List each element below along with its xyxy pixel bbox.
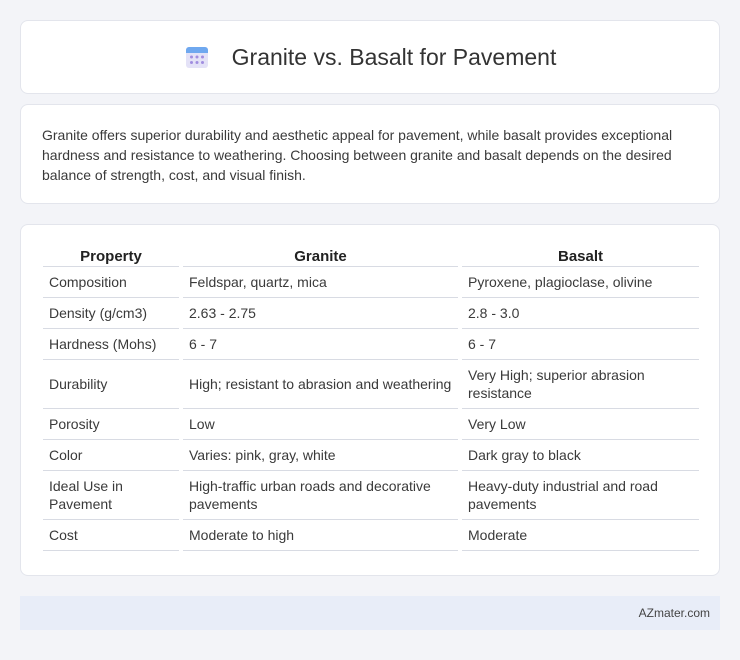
cell-granite: Varies: pink, gray, white (183, 440, 458, 471)
title-wrap: Granite vs. Basalt for Pavement (184, 43, 557, 71)
cell-property: Composition (43, 267, 179, 298)
table-row: Durability High; resistant to abrasion a… (43, 360, 699, 409)
cell-granite: 2.63 - 2.75 (183, 298, 458, 329)
cell-granite: High-traffic urban roads and decorative … (183, 471, 458, 520)
comparison-table: Property Granite Basalt Composition Feld… (39, 245, 703, 551)
cell-granite: High; resistant to abrasion and weatheri… (183, 360, 458, 409)
table-row: Color Varies: pink, gray, white Dark gra… (43, 440, 699, 471)
table-row: Composition Feldspar, quartz, mica Pyrox… (43, 267, 699, 298)
intro-card: Granite offers superior durability and a… (20, 104, 720, 204)
table-card: Property Granite Basalt Composition Feld… (20, 224, 720, 576)
cell-property: Porosity (43, 409, 179, 440)
cell-basalt: Moderate (462, 520, 699, 551)
cell-basalt: Pyroxene, plagioclase, olivine (462, 267, 699, 298)
cell-basalt: Very Low (462, 409, 699, 440)
header-property: Property (43, 245, 179, 267)
cell-basalt: Very High; superior abrasion resistance (462, 360, 699, 409)
cell-basalt: Heavy-duty industrial and road pavements (462, 471, 699, 520)
intro-text: Granite offers superior durability and a… (42, 127, 673, 183)
cell-basalt: Dark gray to black (462, 440, 699, 471)
calendar-icon (185, 47, 208, 68)
cell-property: Density (g/cm3) (43, 298, 179, 329)
cell-granite: Low (183, 409, 458, 440)
header-basalt: Basalt (462, 245, 699, 267)
table-row: Density (g/cm3) 2.63 - 2.75 2.8 - 3.0 (43, 298, 699, 329)
title-card: Granite vs. Basalt for Pavement (20, 20, 720, 94)
cell-property: Cost (43, 520, 179, 551)
table-header-row: Property Granite Basalt (43, 245, 699, 267)
cell-granite: 6 - 7 (183, 329, 458, 360)
table-row: Cost Moderate to high Moderate (43, 520, 699, 551)
footer-brand[interactable]: AZmater.com (639, 606, 710, 620)
cell-granite: Moderate to high (183, 520, 458, 551)
table-row: Hardness (Mohs) 6 - 7 6 - 7 (43, 329, 699, 360)
cell-basalt: 6 - 7 (462, 329, 699, 360)
header-granite: Granite (183, 245, 458, 267)
cell-basalt: 2.8 - 3.0 (462, 298, 699, 329)
cell-property: Hardness (Mohs) (43, 329, 179, 360)
table-row: Porosity Low Very Low (43, 409, 699, 440)
cell-granite: Feldspar, quartz, mica (183, 267, 458, 298)
cell-property: Color (43, 440, 179, 471)
cell-property: Ideal Use in Pavement (43, 471, 179, 520)
cell-property: Durability (43, 360, 179, 409)
page-title: Granite vs. Basalt for Pavement (231, 43, 557, 70)
footer: AZmater.com (20, 596, 720, 630)
table-row: Ideal Use in Pavement High-traffic urban… (43, 471, 699, 520)
